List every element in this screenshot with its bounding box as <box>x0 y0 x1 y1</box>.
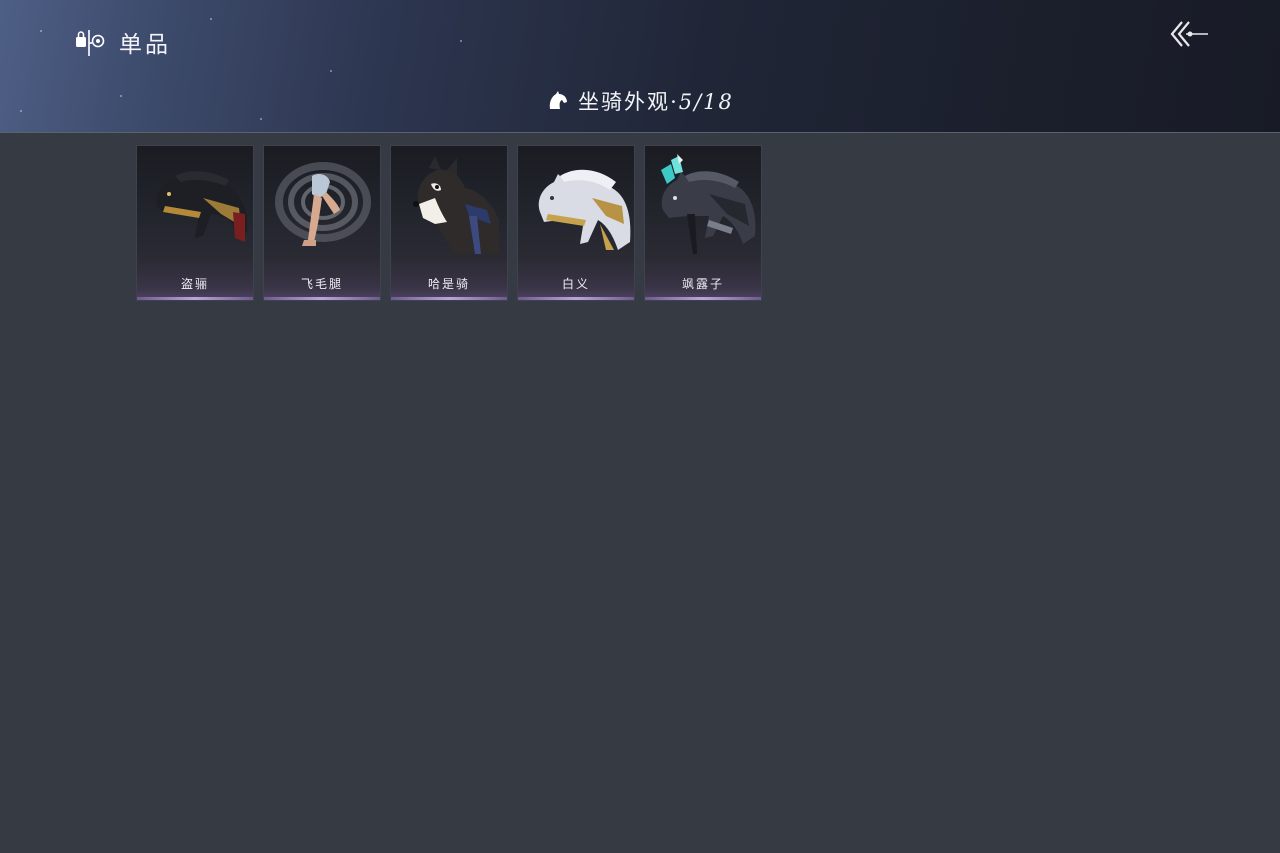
header-star <box>210 18 212 20</box>
horse-head-icon <box>549 91 568 109</box>
section-heading: 坐骑外观·5/18 <box>0 84 1280 118</box>
header-star <box>460 40 462 42</box>
item-name: 飞毛腿 <box>300 277 343 291</box>
item-grid: 盗骊 飞毛腿 哈是骑 白义 飒露子 <box>136 145 762 301</box>
section-title-label: 坐骑外观 <box>578 90 671 114</box>
spinning-legs-icon <box>275 162 371 246</box>
page-title: 单品 <box>119 32 171 58</box>
item-name: 白义 <box>561 277 590 291</box>
header-star <box>330 70 332 72</box>
back-button[interactable] <box>1164 16 1212 54</box>
item-card[interactable]: 飒露子 <box>644 145 762 301</box>
item-name: 飒露子 <box>681 277 724 291</box>
section-title: 坐骑外观·5/18 <box>578 86 734 116</box>
double-chevron-back-icon <box>1170 21 1208 47</box>
husky-dog-icon <box>413 156 499 254</box>
header-star <box>40 30 42 32</box>
item-card[interactable]: 白义 <box>517 145 635 301</box>
white-gold-horse-icon <box>538 169 631 250</box>
header-brand: 单品 <box>73 24 171 60</box>
item-card[interactable]: 哈是骑 <box>390 145 508 301</box>
section-title-separator: · <box>670 90 679 114</box>
dark-armored-horse-icon <box>661 154 756 254</box>
section-count: 5/18 <box>678 90 734 114</box>
item-card[interactable]: 飞毛腿 <box>263 145 381 301</box>
item-name: 盗骊 <box>180 277 209 291</box>
top-header: 单品 坐骑外观·5/18 <box>0 0 1280 133</box>
black-gold-horse-icon <box>156 171 248 242</box>
item-name: 哈是骑 <box>427 277 470 291</box>
item-card[interactable]: 盗骊 <box>136 145 254 301</box>
bag-eye-icon <box>76 30 105 56</box>
header-star <box>260 118 262 120</box>
